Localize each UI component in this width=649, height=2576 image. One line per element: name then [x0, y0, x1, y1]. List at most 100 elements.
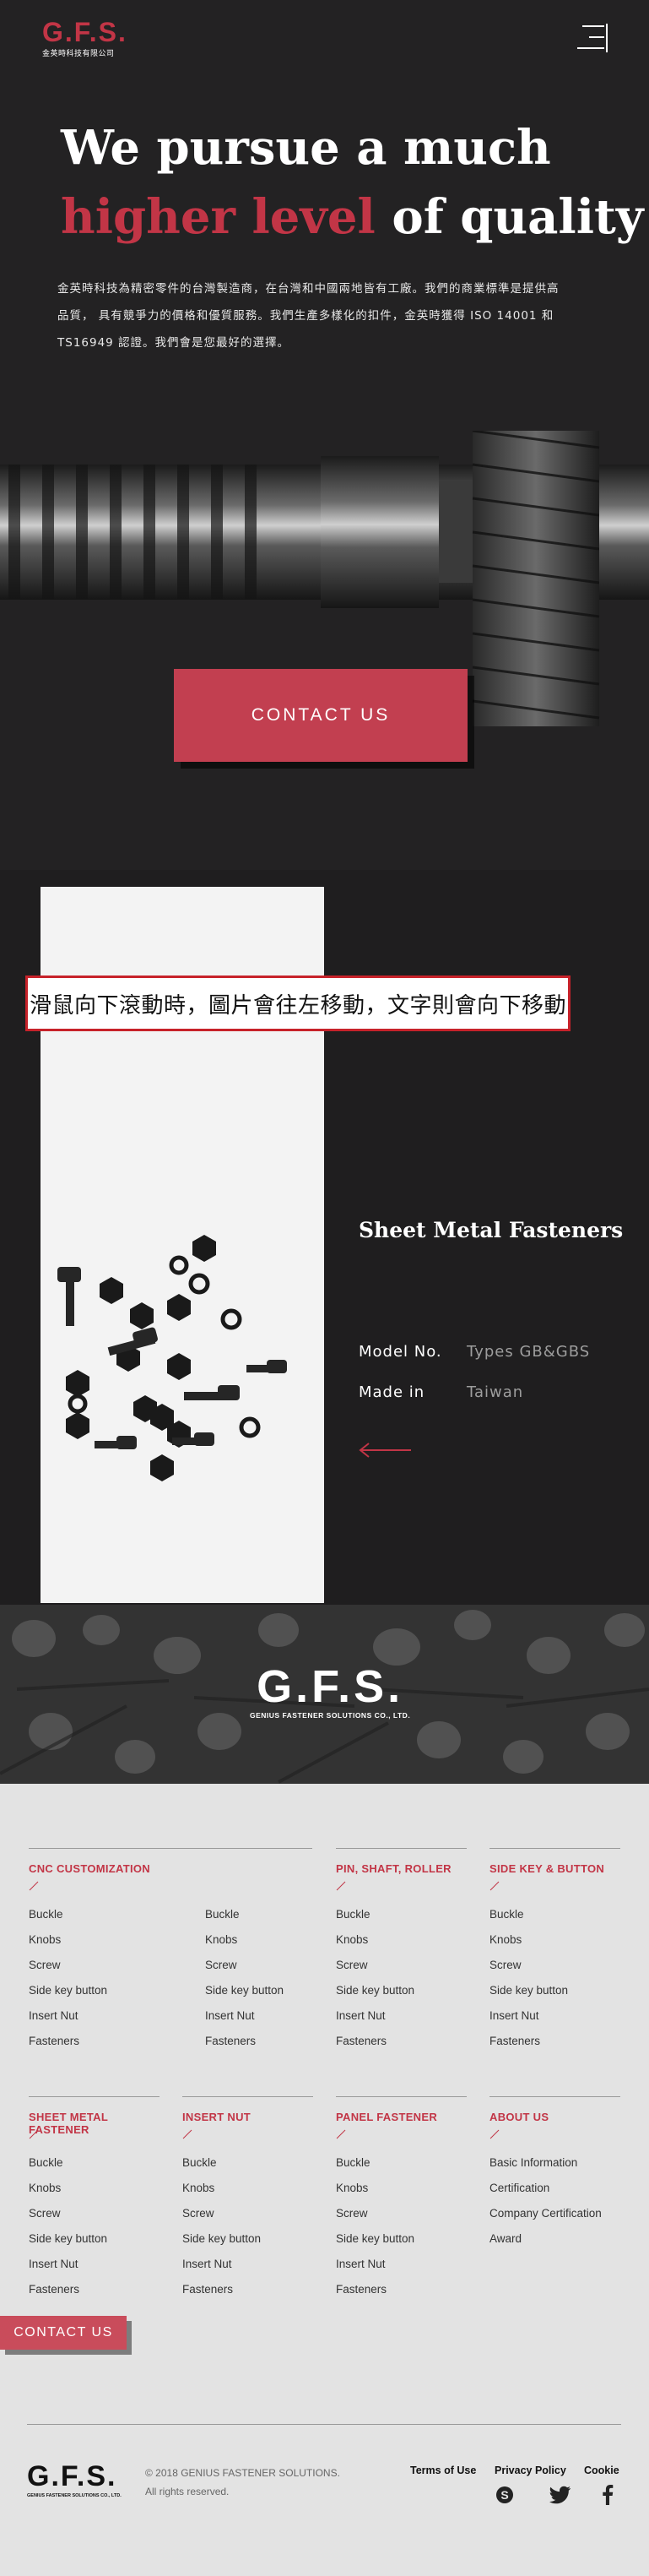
logo-mark: G.F.S.	[42, 17, 127, 47]
nav-link[interactable]: Insert Nut	[336, 2255, 467, 2280]
column-divider	[182, 2096, 313, 2097]
nav-link[interactable]: Buckle	[489, 1905, 620, 1931]
nav-link[interactable]: Side key button	[182, 2230, 313, 2255]
nav-link[interactable]: Side key button	[29, 2230, 160, 2255]
column-title[interactable]: CNC CUSTOMIZATION	[29, 1862, 312, 1876]
nav-link[interactable]: Side key button	[489, 1981, 620, 2007]
nav-link[interactable]: Insert Nut	[182, 2255, 313, 2280]
cookie-link[interactable]: Cookie	[584, 2465, 619, 2476]
site-logo[interactable]: G.F.S. 金英時科技有限公司	[42, 19, 127, 58]
product-name: Sheet Metal Fasteners	[359, 1218, 624, 1242]
nav-link[interactable]: Screw	[489, 1956, 620, 1981]
nav-link[interactable]: Fasteners	[29, 2280, 160, 2306]
column-list: Buckle Knobs Screw Side key button Inser…	[29, 1905, 205, 2057]
column-list: Buckle Knobs Screw Side key button Inser…	[29, 2154, 160, 2306]
nav-link[interactable]: Certification	[489, 2179, 620, 2204]
nav-link[interactable]: Fasteners	[336, 2280, 467, 2306]
column-list: Buckle Knobs Screw Side key button Inser…	[182, 2154, 313, 2306]
hero-title-line1: We pursue a much	[61, 120, 551, 176]
column-title[interactable]: INSERT NUT	[182, 2111, 313, 2124]
nav-link[interactable]: Insert Nut	[205, 2007, 284, 2032]
slash-icon	[29, 2129, 39, 2139]
nav-link[interactable]: Side key button	[336, 1981, 467, 2007]
column-title[interactable]: PIN, SHAFT, ROLLER	[336, 1862, 467, 1876]
nav-link[interactable]: Knobs	[182, 2179, 313, 2204]
nav-link[interactable]: Fasteners	[336, 2032, 467, 2057]
nav-link[interactable]: Fasteners	[489, 2032, 620, 2057]
logo-subtitle: 金英時科技有限公司	[42, 50, 115, 58]
banner-logo: G.F.S. GENIUS FASTENER SOLUTIONS CO., LT…	[250, 1664, 410, 1720]
nav-link[interactable]: Fasteners	[182, 2280, 313, 2306]
nav-column-insert-nut: INSERT NUT Buckle Knobs Screw Side key b…	[182, 2096, 313, 2306]
nav-link[interactable]: Buckle	[205, 1905, 284, 1931]
nav-column-sheet-metal-fastener: SHEET METAL FASTENER Buckle Knobs Screw …	[29, 2096, 160, 2306]
nav-link[interactable]: Insert Nut	[29, 2007, 205, 2032]
skype-icon[interactable]: S	[493, 2483, 516, 2507]
column-divider	[489, 1848, 620, 1849]
nav-column-pin-shaft-roller: PIN, SHAFT, ROLLER Buckle Knobs Screw Si…	[336, 1848, 467, 2057]
slash-icon	[489, 1881, 500, 1891]
spec-key: Model No.	[359, 1343, 442, 1361]
nav-link[interactable]: Company Certification	[489, 2204, 620, 2230]
column-title[interactable]: PANEL FASTENER	[336, 2111, 467, 2124]
nav-link[interactable]: Insert Nut	[336, 2007, 467, 2032]
menu-icon[interactable]	[574, 24, 608, 52]
contact-us-floating-button[interactable]: CONTACT US	[0, 2316, 127, 2350]
nav-link[interactable]: Buckle	[29, 1905, 205, 1931]
nav-link[interactable]: Side key button	[29, 1981, 205, 2007]
nav-link[interactable]: Fasteners	[29, 2032, 205, 2057]
nav-column-side-key-button: SIDE KEY & BUTTON Buckle Knobs Screw Sid…	[489, 1848, 620, 2057]
slash-icon	[182, 2129, 192, 2139]
column-title[interactable]: ABOUT US	[489, 2111, 620, 2124]
footer-nav: CNC CUSTOMIZATION Buckle Knobs Screw Sid…	[0, 1784, 649, 2576]
column-list: Buckle Knobs Screw Side key button Inser…	[205, 1905, 284, 2057]
slash-icon	[489, 2129, 500, 2139]
column-title[interactable]: SIDE KEY & BUTTON	[489, 1862, 620, 1876]
nav-link[interactable]: Side key button	[205, 1981, 284, 2007]
column-title[interactable]: SHEET METAL FASTENER	[29, 2111, 160, 2136]
nav-link[interactable]: Knobs	[205, 1931, 284, 1956]
nav-link[interactable]: Buckle	[336, 1905, 467, 1931]
nav-link[interactable]: Knobs	[489, 1931, 620, 1956]
facebook-icon[interactable]	[596, 2483, 619, 2507]
nav-link[interactable]: Screw	[182, 2204, 313, 2230]
nav-link[interactable]: Screw	[336, 1956, 467, 1981]
nav-link[interactable]: Knobs	[29, 2179, 160, 2204]
nav-link[interactable]: Award	[489, 2230, 620, 2255]
nav-link[interactable]: Buckle	[336, 2154, 467, 2179]
hero-title-rest: of quality	[375, 189, 644, 245]
column-divider	[489, 2096, 620, 2097]
nav-link[interactable]: Knobs	[336, 2179, 467, 2204]
nav-link[interactable]: Screw	[29, 2204, 160, 2230]
spec-value: Types GB&GBS	[467, 1343, 591, 1361]
hero-title: We pursue a much higher level of quality	[61, 113, 643, 252]
nav-link[interactable]: Buckle	[182, 2154, 313, 2179]
nav-link[interactable]: Screw	[336, 2204, 467, 2230]
nav-link[interactable]: Knobs	[29, 1931, 205, 1956]
nav-link[interactable]: Side key button	[336, 2230, 467, 2255]
slash-icon	[336, 2129, 346, 2139]
nav-link[interactable]: Screw	[205, 1956, 284, 1981]
privacy-link[interactable]: Privacy Policy	[495, 2465, 566, 2476]
terms-link[interactable]: Terms of Use	[410, 2465, 476, 2476]
nav-link[interactable]: Knobs	[336, 1931, 467, 1956]
slash-icon	[336, 1881, 346, 1891]
twitter-icon[interactable]	[549, 2483, 572, 2507]
column-divider	[29, 1848, 312, 1849]
nav-column-about-us: ABOUT US Basic Information Certification…	[489, 2096, 620, 2255]
nav-link[interactable]: Screw	[29, 1956, 205, 1981]
footer-divider	[27, 2424, 621, 2425]
nav-link[interactable]: Basic Information	[489, 2154, 620, 2179]
spec-row-model: Model No. Types GB&GBS	[359, 1343, 590, 1361]
arrow-left-icon[interactable]	[359, 1442, 413, 1459]
spec-row-origin: Made in Taiwan	[359, 1383, 523, 1401]
svg-text:S: S	[500, 2488, 508, 2502]
nav-link[interactable]: Insert Nut	[489, 2007, 620, 2032]
nav-link[interactable]: Insert Nut	[29, 2255, 160, 2280]
contact-us-button[interactable]: CONTACT US	[174, 669, 468, 762]
nav-link[interactable]: Fasteners	[205, 2032, 284, 2057]
copyright: © 2018 GENIUS FASTENER SOLUTIONS. All ri…	[145, 2464, 340, 2501]
nav-column-panel-fastener: PANEL FASTENER Buckle Knobs Screw Side k…	[336, 2096, 467, 2306]
footer-logo[interactable]: G.F.S. GENIUS FASTENER SOLUTIONS CO., LT…	[27, 2462, 122, 2498]
nav-link[interactable]: Buckle	[29, 2154, 160, 2179]
